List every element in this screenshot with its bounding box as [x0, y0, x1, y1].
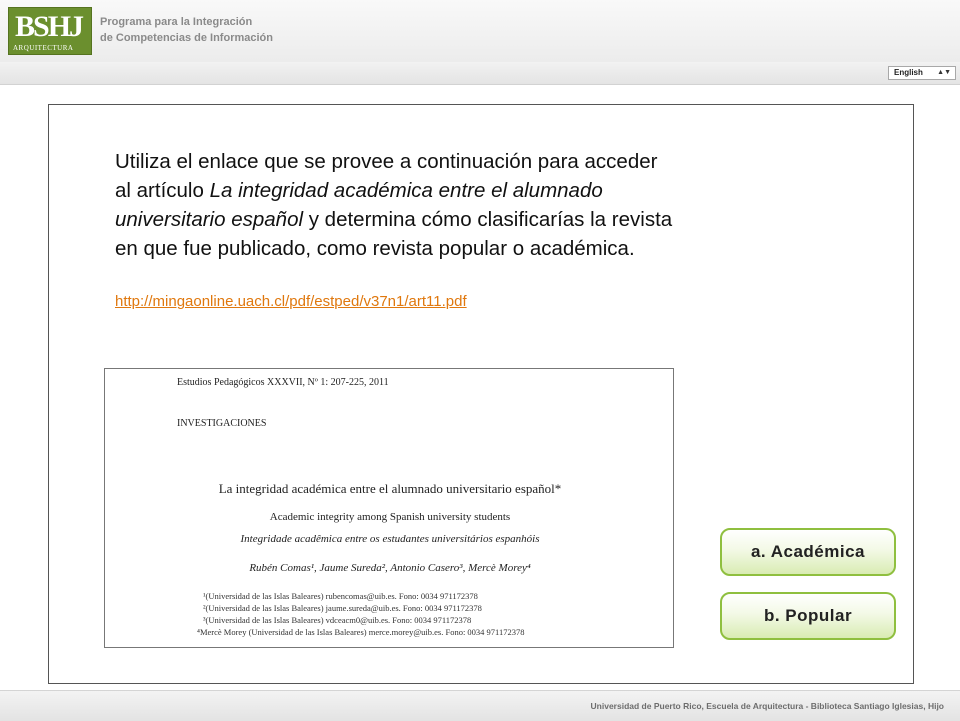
- article-affiliation: ²(Universidad de las Islas Baleares) jau…: [203, 603, 482, 613]
- footer-credits: Universidad de Puerto Rico, Escuela de A…: [590, 701, 944, 711]
- article-affiliation: ⁴Mercè Morey (Universidad de las Islas B…: [197, 627, 525, 637]
- article-link[interactable]: http://mingaonline.uach.cl/pdf/estped/v3…: [115, 293, 467, 310]
- article-title-english: Academic integrity among Spanish univers…: [269, 511, 511, 523]
- article-affiliation: ¹(Universidad de las Islas Baleares) rub…: [203, 591, 478, 601]
- article-authors: Rubén Comas¹, Jaume Sureda², Antonio Cas…: [249, 562, 531, 574]
- article-affiliation: ³(Universidad de las Islas Baleares) vdc…: [203, 615, 472, 625]
- logo-subtitle: ARQUITECTURA: [13, 44, 74, 52]
- program-title-line2: de Competencias de Información: [100, 32, 273, 44]
- language-selected-value: English: [894, 68, 923, 77]
- answer-popular-button[interactable]: b. Popular: [720, 592, 896, 640]
- footer: Universidad de Puerto Rico, Escuela de A…: [0, 690, 960, 721]
- program-title: Programa para la Integración de Competen…: [100, 14, 273, 46]
- logo-letters: BSHJ: [15, 10, 84, 43]
- article-title-portuguese: Integridade acadêmica entre os estudante…: [240, 533, 540, 545]
- article-journal: Estudios Pedagógicos XXXVII, Nº 1: 207-2…: [177, 377, 389, 388]
- article-title: La integridad académica entre el alumnad…: [218, 481, 562, 496]
- language-select[interactable]: English ▲▼: [888, 66, 956, 80]
- question-text: Utiliza el enlace que se provee a contin…: [115, 147, 675, 263]
- article-section: INVESTIGACIONES: [177, 418, 267, 429]
- program-title-line1: Programa para la Integración: [100, 16, 253, 28]
- answer-academica-button[interactable]: a. Académica: [720, 528, 896, 576]
- library-logo: BSHJ ARQUITECTURA: [8, 7, 92, 55]
- header: BSHJ ARQUITECTURA Programa para la Integ…: [0, 0, 960, 62]
- language-bar: English ▲▼: [0, 62, 960, 85]
- select-arrows-icon: ▲▼: [937, 69, 951, 76]
- article-image: Estudios Pedagógicos XXXVII, Nº 1: 207-2…: [104, 368, 674, 648]
